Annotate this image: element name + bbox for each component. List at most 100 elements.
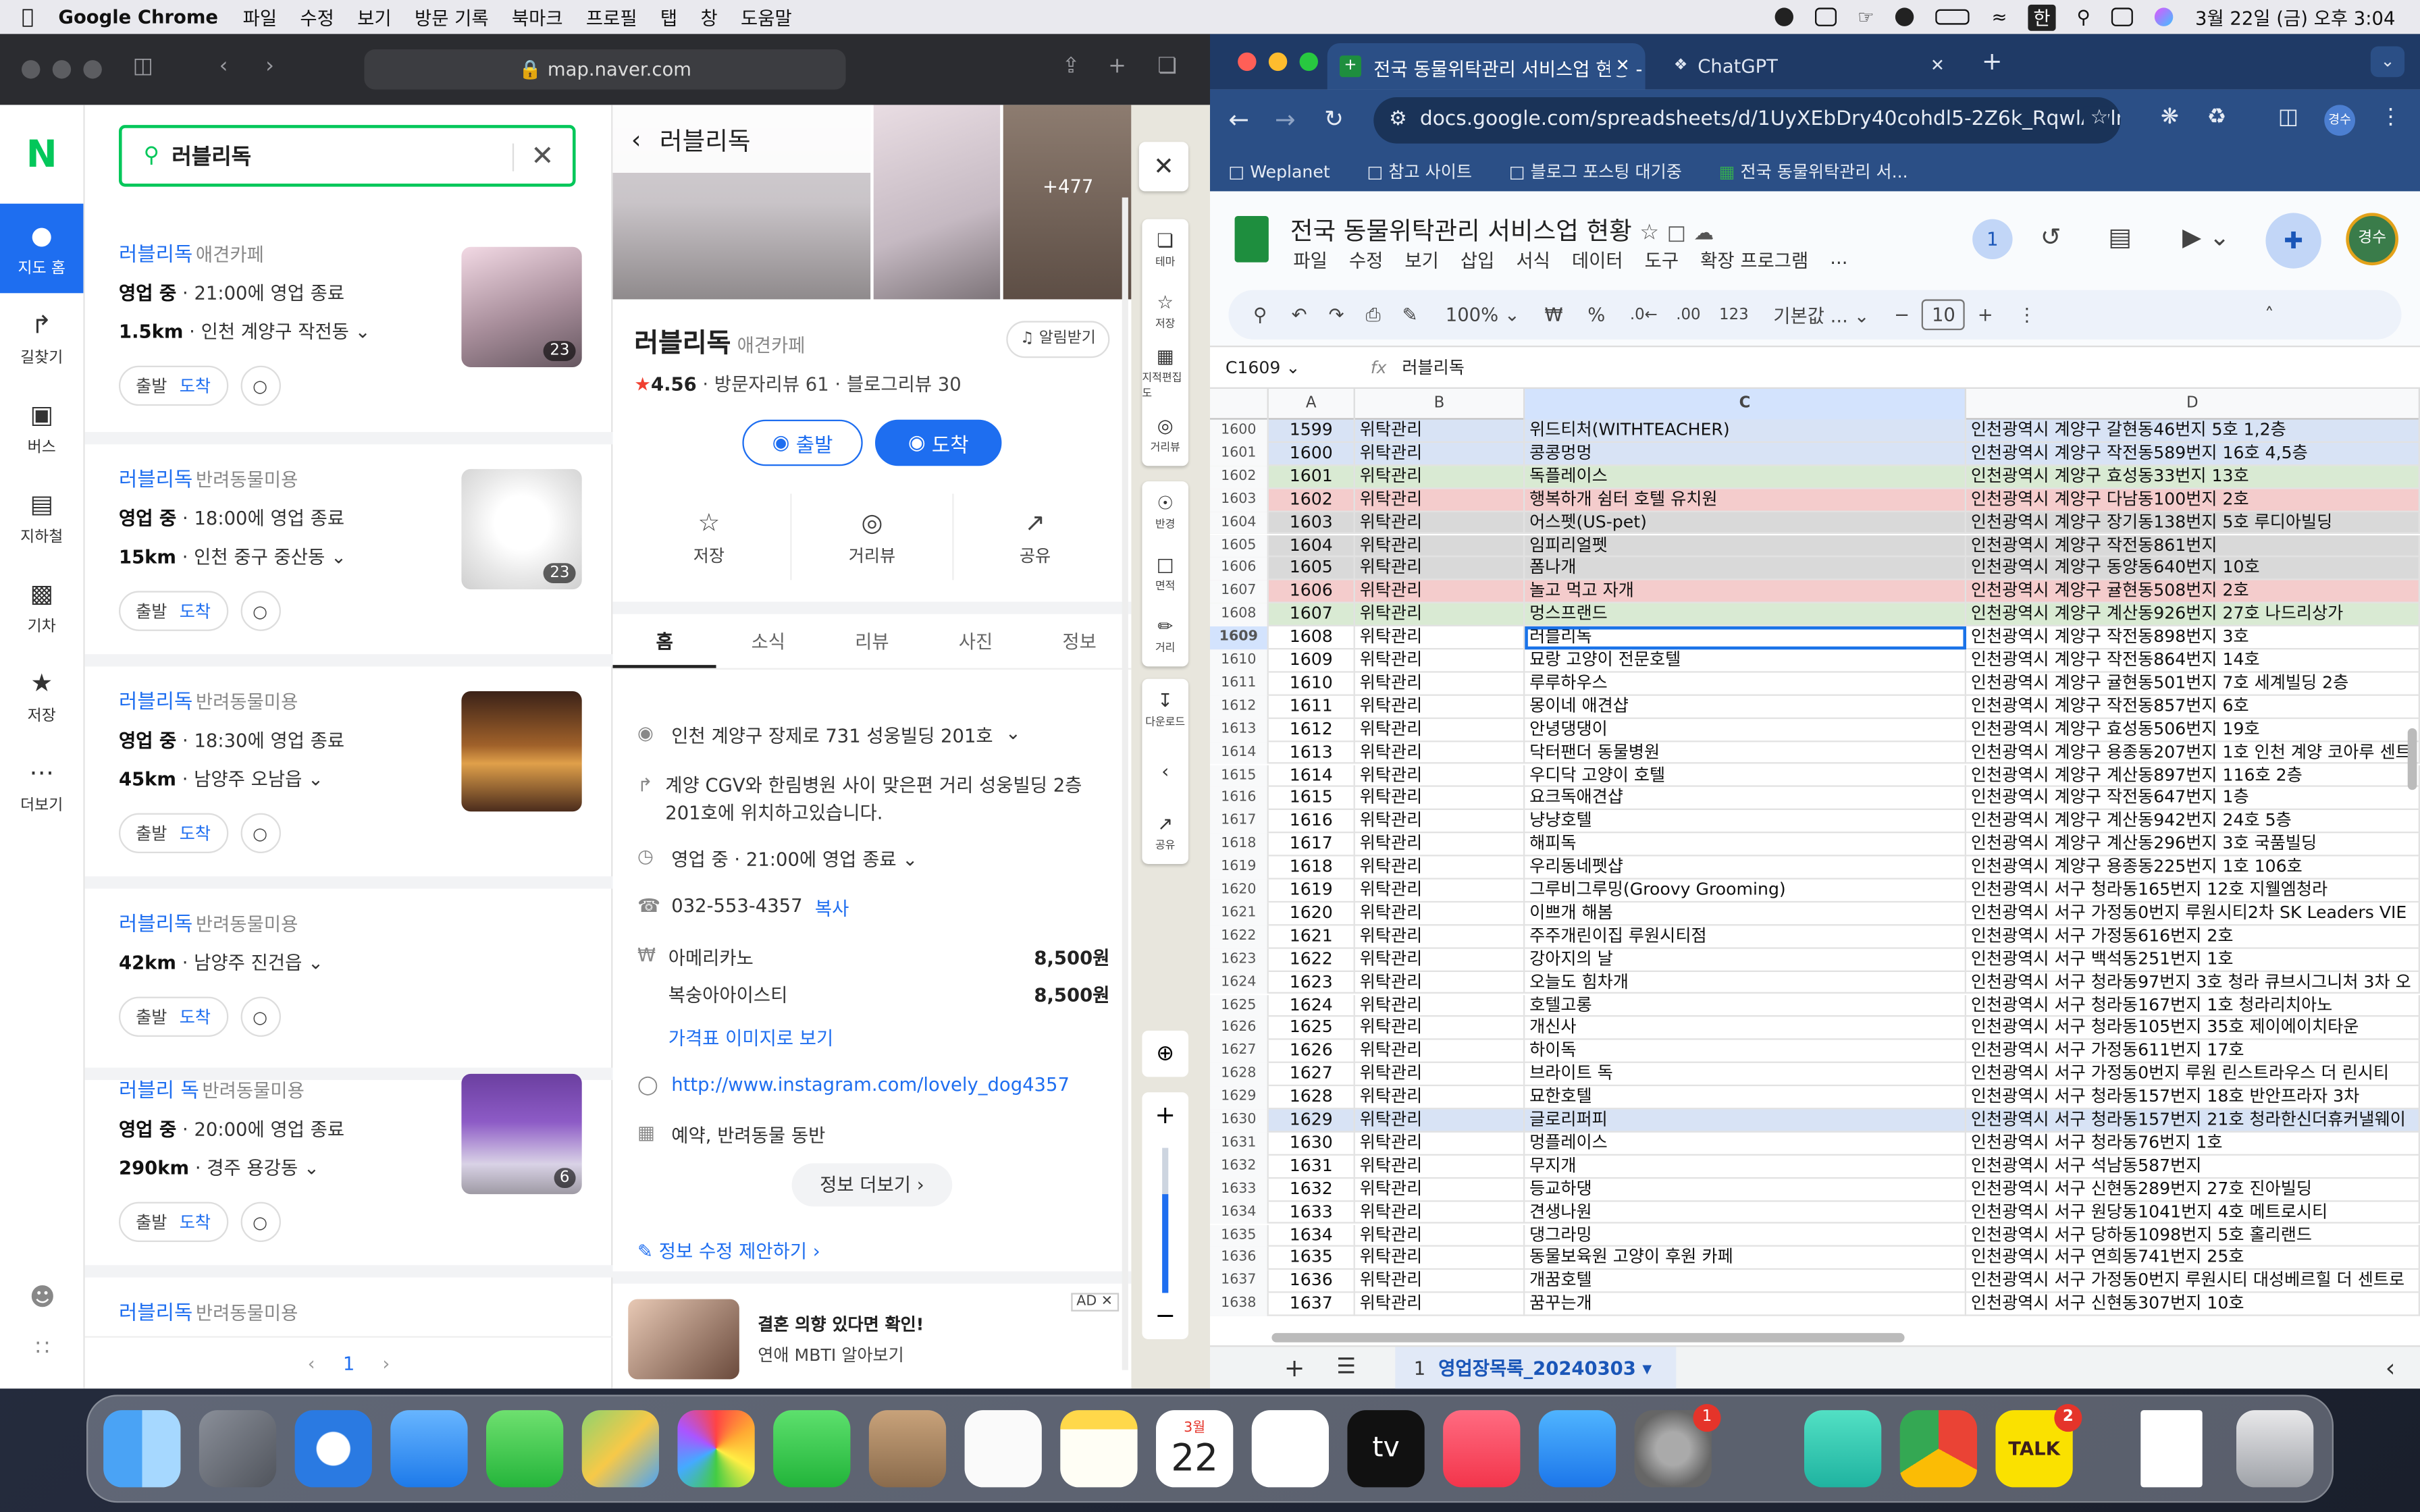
table-row[interactable]: 1609 1608 위탁관리 러블리독 인천광역시 계양구 작전동898번지 3호	[1209, 626, 2420, 650]
cell-c[interactable]: 꿈꾸는개	[1525, 1293, 1966, 1316]
cell-c[interactable]: 동물보육원 고양이 후원 카페	[1525, 1247, 1966, 1270]
cloud-status-icon[interactable]: ☁	[1694, 222, 1714, 245]
prev-page-icon[interactable]: ‹	[308, 1352, 315, 1374]
detail-scrollbar[interactable]	[1122, 197, 1128, 1370]
cell-a[interactable]: 1607	[1269, 603, 1355, 627]
depart-button[interactable]: 출발	[136, 1210, 167, 1235]
row-number[interactable]: 1607	[1209, 580, 1269, 604]
website-link[interactable]: http://www.instagram.com/lovely_dog4357	[671, 1074, 1070, 1096]
sheets-menu-tools[interactable]: 도구	[1645, 247, 1679, 273]
table-row[interactable]: 1622 1621 위탁관리 주주개린이집 루원시티점 인천광역시 서구 가정동616번…	[1209, 925, 2420, 948]
cell-c[interactable]: 루루하우스	[1525, 672, 1966, 696]
cell-d[interactable]: 인천광역시 서구 연희동741번지 25호	[1966, 1247, 2420, 1270]
reload-icon[interactable]: ↻	[1324, 105, 1344, 132]
result-name[interactable]: 러블리독	[119, 913, 192, 936]
menu-help[interactable]: 도움말	[741, 4, 792, 30]
cell-d[interactable]: 인천광역시 서구 청라동157번지 21호 청라한신더휴커낼웨이	[1966, 1109, 2420, 1133]
cell-c[interactable]: 안녕댕댕이	[1525, 718, 1966, 742]
table-row[interactable]: 1630 1629 위탁관리 글로리퍼피 인천광역시 서구 청라동157번지 21호 청…	[1209, 1109, 2420, 1133]
table-row[interactable]: 1637 1636 위탁관리 개꿈호텔 인천광역시 서구 가정동0번지 루원시티 대성베…	[1209, 1270, 2420, 1293]
row-number[interactable]: 1612	[1209, 695, 1269, 719]
tab-review[interactable]: 리뷰	[820, 614, 924, 668]
cell-c[interactable]: 묘한호텔	[1525, 1086, 1966, 1110]
tab-info[interactable]: 정보	[1028, 614, 1132, 668]
cell-d[interactable]: 인천광역시 서구 청라동105번지 35호 제이에이치타운	[1966, 1017, 2420, 1041]
cell-c[interactable]: 견생나원	[1525, 1201, 1966, 1224]
omnibox[interactable]: ⚙ docs.google.com/spreadsheets/d/1UyXEbDr…	[1373, 97, 2121, 144]
app-store-icon[interactable]	[1538, 1410, 1616, 1488]
formula-input[interactable]: 러블리독	[1402, 355, 1465, 380]
table-row[interactable]: 1623 1622 위탁관리 강아지의 날 인천광역시 서구 백석동251번지 1호	[1209, 948, 2420, 972]
cell-a[interactable]: 1608	[1269, 626, 1355, 650]
cell-a[interactable]: 1611	[1269, 695, 1355, 719]
table-row[interactable]: 1618 1617 위탁관리 해피독 인천광역시 계양구 계산동296번지 3호 국품빌…	[1209, 833, 2420, 857]
result-item[interactable]: 러블리독 반려동물미용	[119, 1296, 582, 1325]
tab-news[interactable]: 소식	[716, 614, 820, 668]
result-area[interactable]: 인천 계양구 작전동	[201, 321, 349, 342]
mail-icon[interactable]	[390, 1410, 468, 1488]
next-page-icon[interactable]: ›	[382, 1352, 390, 1374]
row-number[interactable]: 1624	[1209, 971, 1269, 995]
row-number[interactable]: 1620	[1209, 879, 1269, 902]
cell-a[interactable]: 1619	[1269, 879, 1355, 902]
row-number[interactable]: 1633	[1209, 1178, 1269, 1202]
vertical-scrollbar[interactable]	[2407, 728, 2417, 790]
cell-d[interactable]: 인천광역시 계양구 효성동506번지 19호	[1966, 718, 2420, 742]
cell-b[interactable]: 위탁관리	[1355, 1247, 1525, 1270]
cell-b[interactable]: 위탁관리	[1355, 810, 1525, 834]
cell-b[interactable]: 위탁관리	[1355, 558, 1525, 581]
cell-d[interactable]: 인천광역시 서구 가정동611번지 17호	[1966, 1040, 2420, 1064]
depart-button[interactable]: 출발	[136, 1004, 167, 1029]
cell-d[interactable]: 인천광역시 계양구 계산동897번지 116호 2층	[1966, 764, 2420, 788]
table-row[interactable]: 1636 1635 위탁관리 동물보육원 고양이 후원 카페 인천광역시 서구 연희동7…	[1209, 1247, 2420, 1270]
bookmark-reference-sites[interactable]: □ 참고 사이트	[1367, 159, 1472, 184]
table-row[interactable]: 1624 1623 위탁관리 오늘도 힘차개 인천광역시 서구 청라동97번지 3호 청…	[1209, 971, 2420, 995]
safari-icon[interactable]	[294, 1410, 372, 1488]
column-header-d[interactable]: D	[1966, 388, 2420, 420]
cell-c[interactable]: 이쁘개 해봄	[1525, 902, 1966, 925]
table-row[interactable]: 1629 1628 위탁관리 묘한호텔 인천광역시 서구 청라동157번지 18호 반안…	[1209, 1086, 2420, 1110]
cell-c[interactable]: 글로리퍼피	[1525, 1109, 1966, 1133]
arrive-button[interactable]: 도착	[180, 821, 211, 846]
cell-a[interactable]: 1609	[1269, 649, 1355, 673]
table-row[interactable]: 1603 1602 위탁관리 행복하개 쉼터 호텔 유치원 인천광역시 계양구 다남동1…	[1209, 488, 2420, 512]
row-number[interactable]: 1609	[1209, 626, 1269, 650]
sheets-menu-more[interactable]: ...	[1830, 247, 1847, 273]
table-row[interactable]: 1607 1606 위탁관리 놀고 먹고 자개 인천광역시 계양구 귤현동508번지 2…	[1209, 580, 2420, 604]
map-area[interactable]: ✕ ❏ 테마 ☆ 저장 ▦ 지적편집도 ◎ 거리뷰 ☉ 반경 □ 면적 ✏ 거리 ↧ 다운로드 …	[1131, 105, 1210, 1389]
cell-d[interactable]: 인천광역시 서구 석남동587번지	[1966, 1155, 2420, 1179]
search-box[interactable]: ⚲ 러블리독 ✕	[118, 125, 576, 187]
messages-icon[interactable]	[485, 1410, 564, 1488]
rail-train[interactable]: ▩ 기차	[0, 562, 83, 651]
close-tab-icon[interactable]: ✕	[1609, 55, 1630, 76]
sheets-logo-icon[interactable]	[1234, 215, 1269, 263]
cell-b[interactable]: 위탁관리	[1355, 695, 1525, 719]
cell-d[interactable]: 인천광역시 서구 백석동251번지 1호	[1966, 948, 2420, 972]
naver-logo[interactable]: N	[0, 105, 83, 203]
apps-grid-icon[interactable]: ∷	[0, 1336, 85, 1361]
row-number[interactable]: 1634	[1209, 1201, 1269, 1224]
new-tab-icon[interactable]: +	[1108, 54, 1126, 79]
cell-a[interactable]: 1613	[1269, 741, 1355, 765]
cell-d[interactable]: 인천광역시 서구 청라동165번지 12호 지웰엠청라	[1966, 879, 2420, 902]
result-name[interactable]: 러블리독	[119, 691, 192, 714]
address-row[interactable]: ◉ 인천 계양구 장제로 731 성웅빌딩 201호 ⌄	[637, 722, 1021, 749]
cell-b[interactable]: 위탁관리	[1355, 948, 1525, 972]
cell-a[interactable]: 1601	[1269, 465, 1355, 489]
location-pin-icon[interactable]: ○	[240, 365, 280, 406]
zoom-select[interactable]: 100% ⌄	[1446, 304, 1520, 325]
tab-search-icon[interactable]: ⌄	[2370, 46, 2405, 78]
doc-title[interactable]: 전국 동물위탁관리 서비스업 현황 ☆ □ ☁	[1290, 210, 1714, 247]
cell-d[interactable]: 인천광역시 서구 신현동307번지 10호	[1966, 1293, 2420, 1316]
cell-d[interactable]: 인천광역시 계양구 작전동589번지 16호 4,5층	[1966, 442, 2420, 466]
row-number[interactable]: 1621	[1209, 902, 1269, 925]
contacts-icon[interactable]	[868, 1410, 947, 1488]
currency-format-button[interactable]: ₩	[1544, 304, 1562, 325]
forward-icon[interactable]: ›	[265, 54, 274, 79]
cell-a[interactable]: 1635	[1269, 1247, 1355, 1270]
name-box[interactable]: C1609 ⌄	[1226, 357, 1337, 377]
cell-a[interactable]: 1627	[1269, 1063, 1355, 1087]
rail-bus[interactable]: ▣ 버스	[0, 383, 83, 473]
table-row[interactable]: 1625 1624 위탁관리 호텔고롱 인천광역시 서구 청라동167번지 1호 청라리…	[1209, 994, 2420, 1018]
cell-c[interactable]: 하이독	[1525, 1040, 1966, 1064]
